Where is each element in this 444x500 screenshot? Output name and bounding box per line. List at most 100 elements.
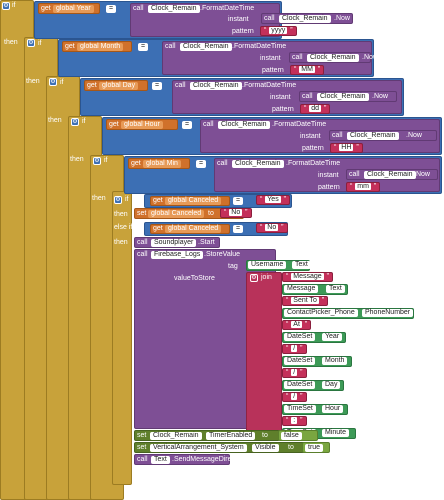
method-name: .Now (372, 93, 388, 100)
string-yes[interactable]: “ Yes ” (256, 195, 290, 205)
pattern-string[interactable]: “ yyyy ” (260, 26, 297, 36)
string-no[interactable]: “ No ” (220, 208, 252, 218)
pattern-string[interactable]: “ HH ” (330, 143, 363, 153)
equals-dropdown[interactable]: = (152, 82, 163, 90)
call-keyword: call (217, 160, 228, 167)
string-at[interactable]: “ At ” (282, 320, 312, 330)
instant-label: instant (300, 133, 321, 140)
clock-component-dropdown[interactable]: Clock_Remain (180, 43, 232, 51)
property-dropdown[interactable]: Visible (252, 444, 279, 452)
property-dropdown[interactable]: Text (326, 285, 345, 293)
pattern-string[interactable]: “ mm ” (346, 182, 381, 192)
clock-component-dropdown[interactable]: Clock_Remain (148, 5, 200, 13)
boolean-dropdown[interactable]: true (305, 444, 324, 452)
property-dropdown[interactable]: TimerEnabled (206, 432, 256, 440)
string-sent-to[interactable]: “ Sent To ” (282, 296, 329, 306)
clock-component-dropdown[interactable]: Clock_Remain (232, 160, 284, 168)
valuetostore-label: valueToStore (174, 275, 215, 282)
get-keyword: get (109, 121, 119, 128)
then-keyword: then (92, 195, 106, 202)
equals-dropdown[interactable]: = (106, 5, 117, 13)
string-no[interactable]: “ No ” (256, 223, 288, 233)
equals-dropdown[interactable]: = (233, 197, 244, 205)
mutator-gear-icon[interactable]: ⚙ (71, 118, 79, 126)
clock-component-dropdown[interactable]: Clock_Remain (150, 432, 202, 440)
component-dropdown[interactable]: VerticalArrangement_System (150, 444, 247, 452)
call-keyword: call (165, 43, 176, 50)
mutator-gear-icon[interactable]: ⚙ (114, 196, 122, 204)
variable-dropdown[interactable]: global Min (143, 160, 181, 168)
variable-dropdown[interactable]: global Canceled (165, 197, 222, 205)
mutator-gear-icon[interactable]: ⚙ (49, 78, 57, 86)
call-keyword: call (175, 82, 186, 89)
clock-component-dropdown[interactable]: Clock_Remain (347, 132, 399, 140)
property-dropdown[interactable]: Year (322, 333, 343, 341)
mutator-gear-icon[interactable]: ⚙ (2, 2, 10, 10)
mutator-gear-icon[interactable]: ⚙ (27, 39, 35, 47)
variable-dropdown[interactable]: global Day (99, 82, 139, 90)
component-dropdown[interactable]: DateSet (284, 381, 316, 389)
component-dropdown[interactable]: TimeSet (284, 405, 316, 413)
equals-dropdown[interactable]: = (233, 225, 244, 233)
clock-component-dropdown[interactable]: Clock_Remain (279, 15, 331, 23)
pattern-string[interactable]: “ MM ” (290, 65, 325, 75)
string-message[interactable]: “ Message ” (282, 272, 333, 282)
mutator-gear-icon[interactable]: ⚙ (93, 157, 101, 165)
method-name: .FormatDateTime (232, 43, 287, 50)
component-dropdown[interactable]: DateSet (284, 333, 316, 341)
variable-dropdown[interactable]: global Year (53, 5, 94, 13)
variable-dropdown[interactable]: global Canceled (148, 210, 205, 218)
variable-dropdown[interactable]: global Month (77, 43, 124, 51)
equals-dropdown[interactable]: = (138, 43, 149, 51)
variable-dropdown[interactable]: global Canceled (165, 225, 222, 233)
string-slash[interactable]: “ / ” (282, 344, 307, 354)
property-dropdown[interactable]: Hour (322, 405, 344, 413)
to-keyword: to (208, 210, 214, 217)
call-keyword: call (137, 239, 148, 246)
clock-component-dropdown[interactable]: Clock_Remain (317, 93, 369, 101)
clock-component-dropdown[interactable]: Clock_Remain (190, 82, 242, 90)
equals-dropdown[interactable]: = (196, 160, 207, 168)
clock-component-dropdown[interactable]: Clock_Remain (364, 171, 416, 179)
soundplayer-dropdown[interactable]: Soundplayer (151, 239, 197, 247)
string-slash[interactable]: “ / ” (282, 368, 307, 378)
pattern-label: pattern (232, 28, 254, 35)
boolean-dropdown[interactable]: false (281, 432, 302, 440)
method-name: .Start (198, 239, 215, 246)
string-slash[interactable]: “ / ” (282, 392, 307, 402)
get-keyword: get (41, 5, 51, 12)
pattern-label: pattern (318, 184, 340, 191)
property-dropdown[interactable]: PhoneNumber (362, 309, 414, 317)
component-dropdown[interactable]: Username (248, 261, 287, 269)
method-name: .SendMessageDirect (172, 456, 237, 463)
variable-dropdown[interactable]: global Hour (121, 121, 163, 129)
string-colon[interactable]: “ : ” (282, 416, 307, 426)
set-keyword: set (137, 432, 147, 439)
get-keyword: get (87, 82, 97, 89)
call-keyword: call (203, 121, 214, 128)
component-dropdown[interactable]: Message (284, 285, 319, 293)
get-keyword: get (131, 160, 141, 167)
firebase-dropdown[interactable]: Firebase_Logs (151, 251, 204, 259)
if-keyword: if (82, 118, 86, 125)
call-keyword: call (292, 54, 303, 61)
if-block-canceled[interactable] (112, 191, 132, 485)
property-dropdown[interactable]: Text (292, 261, 311, 269)
property-dropdown[interactable]: Minute (322, 429, 350, 437)
then-keyword: then (114, 239, 128, 246)
pattern-string[interactable]: “ dd ” (300, 104, 331, 114)
property-dropdown[interactable]: Month (322, 357, 348, 365)
clock-component-dropdown[interactable]: Clock_Remain (218, 121, 270, 129)
to-keyword: to (288, 444, 294, 451)
equals-dropdown[interactable]: = (182, 121, 193, 129)
pattern-label: pattern (262, 67, 284, 74)
component-dropdown[interactable]: ContactPicker_Phone (284, 309, 358, 317)
property-dropdown[interactable]: Day (322, 381, 341, 389)
clock-component-dropdown[interactable]: Clock_Remain (307, 54, 359, 62)
mutator-gear-icon[interactable]: ⚙ (250, 274, 258, 282)
instant-label: instant (318, 172, 339, 179)
join-block[interactable] (246, 272, 282, 432)
method-name: .StoreValue (204, 251, 241, 258)
component-dropdown[interactable]: DateSet (284, 357, 316, 365)
text-component-dropdown[interactable]: Text (151, 456, 170, 464)
